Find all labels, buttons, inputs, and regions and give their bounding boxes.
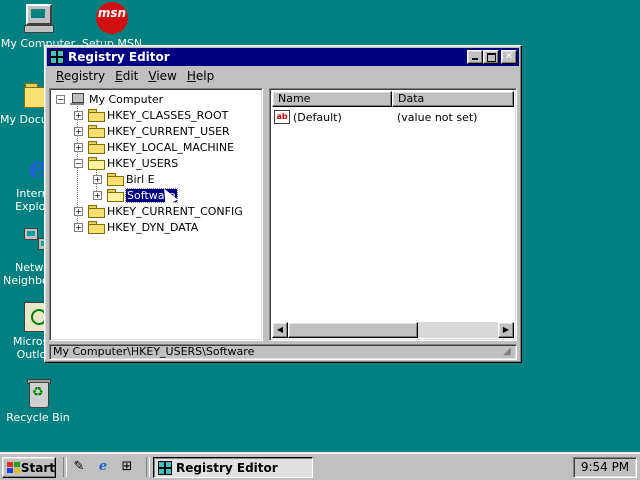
minimize-button[interactable] — [467, 50, 483, 64]
quicklaunch-desktop-icon[interactable]: ✎ — [70, 458, 88, 476]
status-path: My Computer\HKEY_USERS\Software — [53, 345, 255, 358]
menu-edit-key: E — [115, 68, 123, 83]
folder-icon — [88, 141, 105, 154]
system-tray-clock[interactable]: 9:54 PM — [573, 457, 637, 478]
menu-help-key: H — [186, 68, 196, 83]
menu-help-rest: elp — [195, 68, 215, 83]
menu-help[interactable]: Help — [182, 69, 219, 83]
scroll-right-icon: ▶ — [502, 325, 510, 334]
tree-node-hkey-current-config[interactable]: + HKEY_CURRENT_CONFIG — [74, 203, 243, 219]
taskbar-separator — [63, 457, 67, 477]
maximize-icon — [487, 53, 496, 62]
expand-expander[interactable]: + — [74, 206, 83, 216]
desktop-icon-label: Recycle Bin — [6, 411, 70, 424]
registry-editor-window: Registry Editor ✕ Registry Edit View Hel… — [44, 45, 522, 363]
value-data: (value not set) — [397, 110, 478, 124]
expand-expander[interactable]: + — [74, 110, 83, 120]
taskbar-button-registry-editor[interactable]: Registry Editor — [153, 457, 313, 478]
expand-expander[interactable]: + — [93, 190, 102, 200]
desktop-icon-recycle-bin[interactable]: Recycle Bin — [0, 376, 76, 424]
tree-node-label: HKEY_CURRENT_CONFIG — [107, 204, 243, 218]
start-button[interactable]: Start — [2, 457, 56, 478]
desktop-icon-setup-msn[interactable]: msn Setup MSN — [74, 2, 150, 50]
open-folder-icon — [88, 157, 105, 170]
expand-expander[interactable]: + — [74, 126, 83, 136]
string-value-icon: ab — [274, 110, 290, 124]
resize-grip-icon[interactable]: ◢ — [503, 346, 515, 358]
values-list-pane[interactable]: Name Data ab (Default) (value not set) ◀… — [269, 88, 517, 341]
folder-icon — [88, 109, 105, 122]
tree-node-hkey-current-user[interactable]: + HKEY_CURRENT_USER — [74, 123, 230, 139]
maximize-button[interactable] — [483, 50, 499, 64]
folder-icon — [88, 125, 105, 138]
start-label: Start — [20, 460, 55, 475]
tree-node-hkey-local-machine[interactable]: + HKEY_LOCAL_MACHINE — [74, 139, 234, 155]
menu-registry-rest: egistry — [63, 68, 106, 83]
folder-icon — [107, 173, 124, 186]
tree-node-label: HKEY_CURRENT_USER — [107, 124, 230, 138]
menu-edit-rest: dit — [122, 68, 139, 83]
tree-node-label: HKEY_USERS — [107, 156, 179, 170]
title-bar[interactable]: Registry Editor ✕ — [47, 48, 519, 66]
recycle-bin-icon — [22, 376, 54, 408]
scroll-right-button[interactable]: ▶ — [498, 322, 514, 338]
menu-view-rest: iew — [156, 68, 177, 83]
collapse-expander[interactable]: − — [74, 158, 83, 168]
value-row[interactable]: ab (Default) (value not set) — [274, 109, 477, 125]
expand-expander[interactable]: + — [93, 174, 102, 184]
open-folder-icon — [107, 189, 124, 202]
collapse-expander[interactable]: − — [56, 94, 65, 104]
value-name: (Default) — [293, 110, 342, 124]
windows-logo-icon — [7, 461, 20, 474]
taskbar-separator — [146, 457, 150, 477]
expand-expander[interactable]: + — [74, 222, 83, 232]
registry-editor-icon — [158, 460, 172, 475]
expand-expander[interactable]: + — [74, 142, 83, 152]
column-header-name[interactable]: Name — [272, 91, 392, 107]
registry-editor-icon — [50, 50, 64, 64]
computer-icon — [22, 2, 54, 34]
msn-icon: msn — [96, 2, 128, 34]
tree-node-hkey-classes-root[interactable]: + HKEY_CLASSES_ROOT — [74, 107, 228, 123]
tree-node-label: My Computer — [89, 92, 164, 106]
computer-icon — [70, 92, 86, 106]
taskbar-button-label: Registry Editor — [176, 460, 278, 475]
scroll-left-icon: ◀ — [276, 325, 284, 334]
menu-view[interactable]: View — [143, 69, 181, 83]
horizontal-scrollbar[interactable]: ◀ ▶ — [272, 322, 514, 338]
close-icon: ✕ — [504, 51, 514, 62]
folder-icon — [88, 205, 105, 218]
tree-node-hkey-users[interactable]: − HKEY_USERS — [74, 155, 178, 171]
key-tree-pane[interactable]: − My Computer + HKEY_CLASSES_ROOT + HKEY… — [49, 88, 263, 341]
tree-node-hkey-dyn-data[interactable]: + HKEY_DYN_DATA — [74, 219, 198, 235]
folder-icon — [88, 221, 105, 234]
taskbar: Start ✎ e ⊞ Registry Editor 9:54 PM — [0, 452, 640, 480]
tree-node-label: HKEY_LOCAL_MACHINE — [107, 140, 235, 154]
quicklaunch-ie-icon[interactable]: e — [94, 458, 112, 476]
close-button[interactable]: ✕ — [501, 50, 517, 64]
tree-node-label: Birl E — [126, 172, 155, 186]
quicklaunch-channels-icon[interactable]: ⊞ — [118, 458, 136, 476]
scroll-thumb[interactable] — [288, 322, 418, 338]
menu-bar: Registry Edit View Help — [47, 66, 519, 85]
tree-node-label: HKEY_CLASSES_ROOT — [107, 108, 229, 122]
clock-time: 9:54 PM — [580, 460, 630, 474]
menu-registry-key: R — [56, 68, 64, 83]
tree-node-my-computer[interactable]: − My Computer — [56, 91, 163, 107]
scroll-left-button[interactable]: ◀ — [272, 322, 288, 338]
menu-registry[interactable]: Registry — [51, 69, 110, 83]
tree-node-label: HKEY_DYN_DATA — [107, 220, 199, 234]
menu-edit[interactable]: Edit — [110, 69, 143, 83]
minimize-icon — [472, 58, 478, 60]
status-bar: My Computer\HKEY_USERS\Software ◢ — [49, 344, 517, 360]
tree-node-birl-e[interactable]: + Birl E — [93, 171, 155, 187]
desktop-icon-my-computer[interactable]: My Computer — [0, 2, 76, 50]
window-title: Registry Editor — [68, 50, 170, 64]
column-header-data[interactable]: Data — [392, 91, 514, 107]
